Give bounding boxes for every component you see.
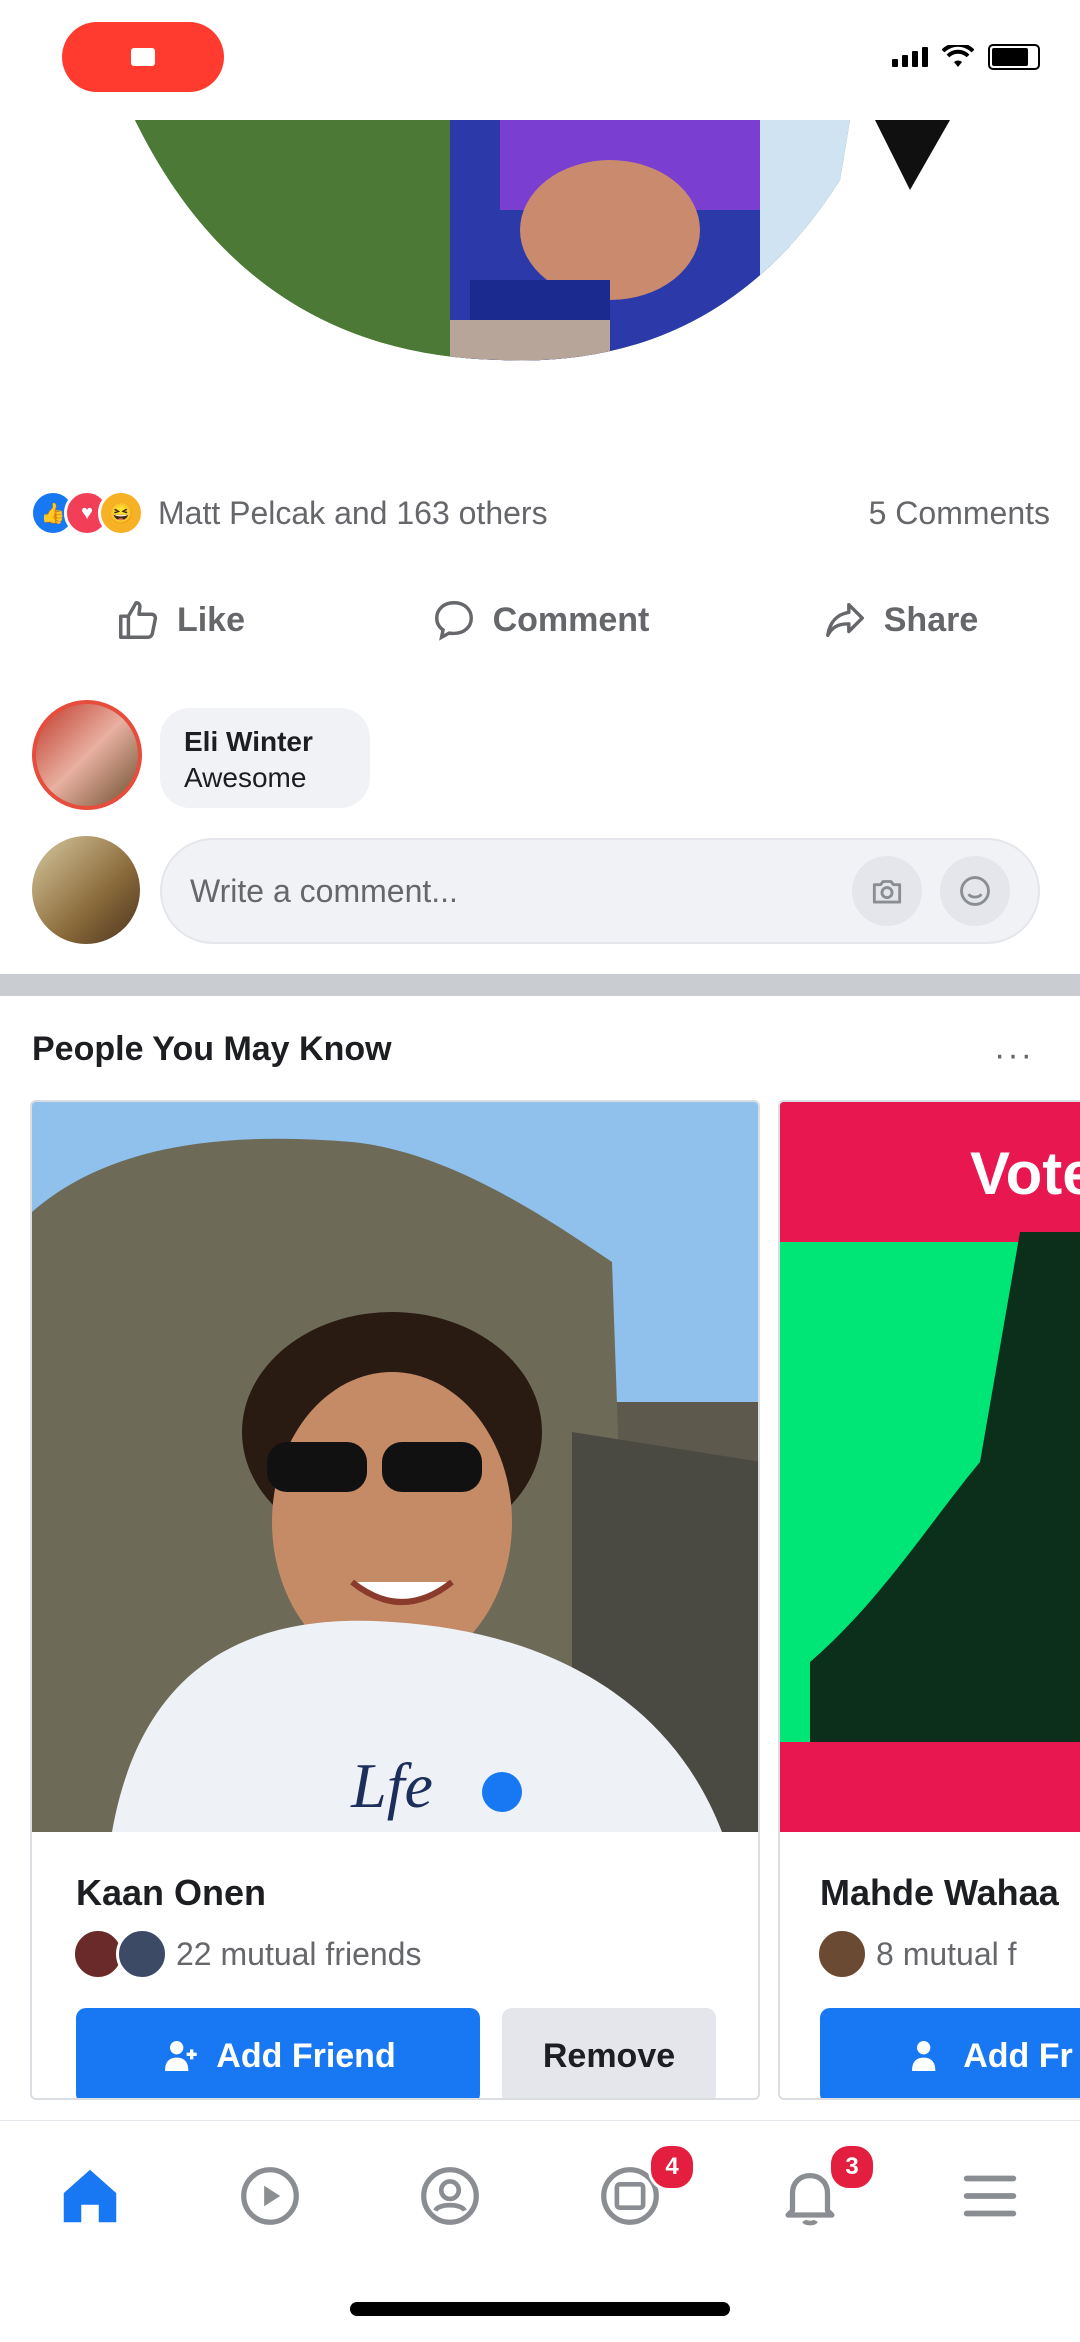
nav-watch[interactable] [180,2121,360,2271]
my-avatar [32,836,140,944]
add-friend-icon [912,2041,936,2071]
like-label: Like [176,600,246,639]
sticker-icon [960,876,990,906]
signal-icon [892,47,928,67]
svg-text:Lfe: Lfe [350,1750,433,1821]
comment-author[interactable]: Eli Winter [184,724,346,760]
sticker-button[interactable] [940,856,1010,926]
post-actions: Like Comment Share [0,580,1080,660]
add-friend-label: Add Friend [216,2036,396,2075]
mutual-count: 22 mutual friends [176,1935,422,1972]
home-indicator[interactable] [350,2302,730,2316]
nav-groups[interactable] [360,2121,540,2271]
add-friend-button[interactable]: Add Fr [820,2008,1080,2098]
nav-activity[interactable]: 3 [720,2121,900,2271]
nav-notifications[interactable]: 4 [540,2121,720,2271]
post-photo[interactable] [0,120,1080,450]
nav-home[interactable] [0,2121,180,2271]
share-button[interactable]: Share [720,580,1080,660]
commenter-avatar[interactable] [32,700,142,810]
share-icon [825,602,864,638]
write-comment-input[interactable]: Write a comment... [160,838,1040,944]
pymk-card[interactable]: Lfe Kaan Onen 22 mutual friends Add Frie… [30,1100,760,2100]
share-label: Share [883,600,979,639]
home-icon [63,2169,117,2223]
screen-record-indicator[interactable] [62,22,224,92]
reactions-row[interactable]: 👍 ♥ 😆 Matt Pelcak and 163 others 5 Comme… [30,488,1050,538]
comment-label: Comment [492,600,650,639]
mutual-friend-avatar [816,1928,868,1980]
reactions-summary[interactable]: Matt Pelcak and 163 others [158,495,548,532]
status-icons [892,44,1040,70]
write-comment-placeholder: Write a comment... [190,872,458,909]
record-icon [131,48,155,66]
bottom-nav: 4 3 [0,2120,1080,2271]
activity-badge: 3 [828,2143,876,2191]
like-button[interactable]: Like [0,580,360,660]
groups-icon [421,2167,479,2225]
notification-badge: 4 [648,2143,696,2191]
mutual-friends[interactable]: 22 mutual friends [72,1928,421,1980]
haha-reaction-icon: 😆 [98,490,144,536]
card-name[interactable]: Kaan Onen [76,1872,266,1914]
remove-label: Remove [542,2036,676,2075]
profile-photo[interactable]: Vote [780,1102,1080,1832]
comments-count[interactable]: 5 Comments [869,495,1050,532]
reaction-icons: 👍 ♥ 😆 [30,490,144,536]
comment-bubble[interactable]: Eli Winter Awesome [160,708,370,808]
pymk-card[interactable]: Vote Mahde Wahaa 8 mutual f Add Fr [778,1100,1080,2100]
section-divider [0,974,1080,996]
pymk-title: People You May Know [32,1030,392,1068]
battery-icon [988,44,1040,70]
menu-icon [963,2175,1017,2217]
status-bar [0,0,1080,120]
add-friend-label: Add Fr [963,2036,1073,2075]
remove-button[interactable]: Remove [502,2008,716,2098]
add-friend-icon [165,2041,197,2071]
banner-text: Vote [970,1140,1080,1207]
camera-icon [872,880,902,904]
comment-icon [434,601,473,641]
mutual-friend-avatar [116,1928,168,1980]
camera-button[interactable] [852,856,922,926]
mutual-count: 8 mutual f [876,1935,1017,1972]
add-friend-button[interactable]: Add Friend [76,2008,480,2098]
wifi-icon [942,45,974,67]
mutual-friends[interactable]: 8 mutual f [816,1928,1017,1980]
profile-photo[interactable]: Lfe [32,1102,758,1832]
watch-icon [241,2167,299,2225]
comment-text: Awesome [184,762,307,793]
comment-button[interactable]: Comment [360,580,720,660]
more-options-icon[interactable]: ··· [994,1036,1034,1075]
thumbs-up-icon [118,601,158,639]
nav-menu[interactable] [900,2121,1080,2271]
card-name[interactable]: Mahde Wahaa [820,1872,1059,1914]
